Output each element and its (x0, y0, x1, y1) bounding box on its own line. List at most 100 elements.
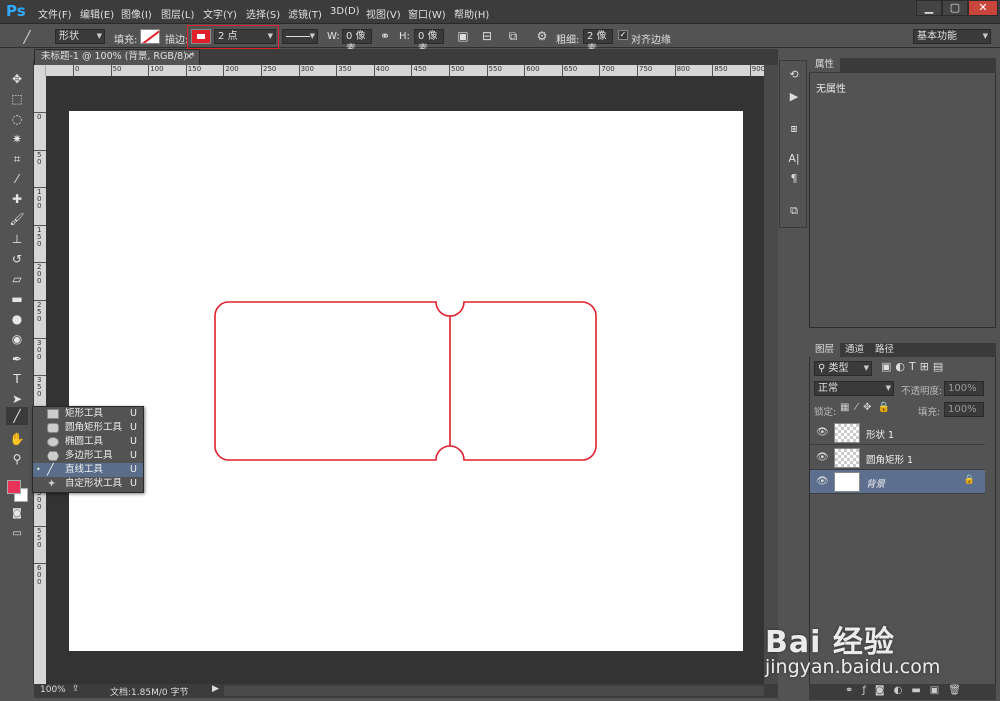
stroke-swatch[interactable] (191, 29, 211, 44)
menu-view[interactable]: 视图(V) (366, 6, 401, 21)
zoom-level[interactable]: 100% (40, 685, 66, 695)
layer-filter-select[interactable]: ⚲ 类型 ▼ (814, 361, 872, 376)
path-arrangement-icon[interactable]: ⧉ (504, 28, 522, 45)
layer-filter-icons[interactable]: ▣◐T⊞▤ (881, 360, 947, 373)
width-input[interactable]: 0 像素 (342, 29, 372, 55)
stroke-size-select[interactable]: 2 点 ▼ (214, 29, 276, 44)
layer-actions-icons[interactable]: ⚭ƒ◙◐▬▣🗑 (845, 685, 970, 696)
menu-help[interactable]: 帮助(H) (454, 6, 489, 21)
paths-panel-icon[interactable]: ⧆ (785, 121, 803, 137)
crop-tool-icon[interactable]: ⌗ (6, 150, 28, 168)
flyout-item-line[interactable]: • ╱ 直线工具 U (33, 463, 143, 477)
type-tool-icon[interactable]: T (6, 370, 28, 388)
menu-window[interactable]: 窗口(W) (408, 6, 446, 21)
pen-tool-icon[interactable]: ✒ (6, 350, 28, 368)
gear-icon[interactable]: ⚙ (533, 28, 551, 45)
close-tab-icon[interactable]: × (185, 50, 193, 64)
lasso-tool-icon[interactable]: ◌ (6, 110, 28, 128)
horizontal-scrollbar[interactable] (224, 686, 764, 696)
healing-brush-icon[interactable]: ✚ (6, 190, 28, 208)
document-tab[interactable]: 未标题-1 @ 100% (背景, RGB/8) * × (34, 49, 200, 65)
lock-icon: 🔒 (963, 475, 975, 485)
minimize-icon[interactable]: ▁ (916, 0, 942, 16)
menu-file[interactable]: 文件(F) (38, 6, 72, 21)
history-brush-icon[interactable]: ↺ (6, 250, 28, 268)
screen-mode-icon[interactable]: ▭ (6, 525, 28, 543)
height-input[interactable]: 0 像素 (414, 29, 444, 55)
eraser-icon[interactable]: ▱ (6, 270, 28, 288)
clone-source-icon[interactable]: ⧉ (785, 203, 803, 219)
export-icon[interactable]: ⇪ (72, 684, 80, 694)
paragraph-panel-icon[interactable]: ¶ (785, 171, 803, 187)
flyout-item-ellipse[interactable]: 椭圆工具 U (33, 435, 143, 449)
path-selection-icon[interactable]: ➤ (6, 390, 28, 408)
actions-panel-icon[interactable]: ▶ (785, 89, 803, 105)
blur-tool-icon[interactable]: ● (6, 310, 28, 328)
blend-mode-value: 正常 (818, 383, 838, 394)
lock-icons[interactable]: ▦⁄✥🔒 (840, 402, 896, 413)
menu-filter[interactable]: 滤镜(T) (288, 6, 322, 21)
document-canvas[interactable] (69, 111, 743, 651)
tab-paths[interactable]: 路径 (869, 343, 900, 357)
opacity-input[interactable]: 100% (944, 381, 984, 396)
eye-icon[interactable]: 👁 (816, 427, 829, 438)
eye-icon[interactable]: 👁 (816, 476, 829, 487)
layer-name: 背景 (866, 479, 886, 490)
ruler-top-label: 550 (488, 65, 502, 73)
link-icon[interactable]: ⚭ (376, 28, 394, 45)
flyout-item-polygon[interactable]: 多边形工具 U (33, 449, 143, 463)
quick-mask-icon[interactable]: ◙ (6, 505, 28, 523)
fill-input[interactable]: 100% (944, 402, 984, 417)
flyout-item-rectangle[interactable]: 矩形工具 U (33, 407, 143, 421)
ticket-shape[interactable] (69, 111, 743, 651)
layer-row-shape1[interactable]: 👁 形状 1 (810, 421, 985, 445)
maximize-icon[interactable]: ▢ (942, 0, 968, 16)
history-panel-icon[interactable]: ⟲ (785, 67, 803, 83)
h-label: H: (399, 31, 410, 42)
magic-wand-icon[interactable]: ✷ (6, 130, 28, 148)
vertical-scrollbar[interactable] (764, 65, 778, 684)
menu-image[interactable]: 图像(I) (121, 6, 152, 21)
document-tab-title: 未标题-1 @ 100% (背景, RGB/8) * (41, 51, 195, 62)
eye-icon[interactable]: 👁 (816, 452, 829, 463)
properties-tab[interactable]: 属性 (809, 58, 841, 72)
flyout-item-custom-shape[interactable]: ✦ 自定形状工具 U (33, 477, 143, 491)
menu-3d[interactable]: 3D(D) (330, 6, 360, 17)
menu-layer[interactable]: 图层(L) (161, 6, 194, 21)
layer-row-rounded-rect1[interactable]: 👁 圆角矩形 1 (810, 446, 985, 470)
path-alignment-icon[interactable]: ⊟ (478, 28, 496, 45)
tab-layers[interactable]: 图层 (809, 343, 841, 357)
gradient-icon[interactable]: ▬ (6, 290, 28, 308)
weight-input[interactable]: 2 像素 (583, 29, 613, 55)
line-tool-icon[interactable]: ╱ (6, 407, 28, 425)
stroke-type-select[interactable]: ▼ (282, 29, 318, 44)
ruler-tick (34, 262, 46, 264)
fill-swatch[interactable] (140, 29, 160, 44)
clone-stamp-icon[interactable]: ⊥ (6, 230, 28, 248)
menu-type[interactable]: 文字(Y) (203, 6, 237, 21)
flyout-item-rounded-rect[interactable]: 圆角矩形工具 U (33, 421, 143, 435)
layer-row-background[interactable]: 👁 背景 🔒 (810, 470, 985, 494)
character-panel-icon[interactable]: A| (785, 151, 803, 167)
status-menu-icon[interactable]: ▶ (212, 684, 219, 694)
brush-tool-icon[interactable]: 🖌 (6, 210, 28, 228)
eyedropper-icon[interactable]: ⁄ (6, 170, 28, 188)
dodge-tool-icon[interactable]: ◉ (6, 330, 28, 348)
menu-edit[interactable]: 编辑(E) (80, 6, 114, 21)
marquee-tool-icon[interactable]: ⬚ (6, 90, 28, 108)
close-window-icon[interactable]: ✕ (968, 0, 998, 16)
line-tool-preset-icon[interactable]: ╱ (18, 29, 36, 46)
ruler-top-label: 400 (375, 65, 390, 73)
move-tool-icon[interactable]: ✥ (6, 70, 28, 88)
mode-select[interactable]: 形状 ▼ (55, 29, 105, 44)
hand-tool-icon[interactable]: ✋ (6, 430, 28, 448)
zoom-tool-icon[interactable]: ⚲ (6, 450, 28, 468)
blend-mode-select[interactable]: 正常 ▼ (814, 381, 894, 396)
path-operations-icon[interactable]: ▣ (454, 28, 472, 45)
ruler-left-label: 0 (37, 113, 42, 121)
foreground-color-swatch[interactable] (7, 480, 21, 494)
align-edges-checkbox[interactable]: ✓ (618, 30, 628, 40)
workspace-select[interactable]: 基本功能 ▼ (913, 29, 991, 44)
tab-channels[interactable]: 通道 (839, 343, 870, 357)
menu-select[interactable]: 选择(S) (246, 6, 280, 21)
